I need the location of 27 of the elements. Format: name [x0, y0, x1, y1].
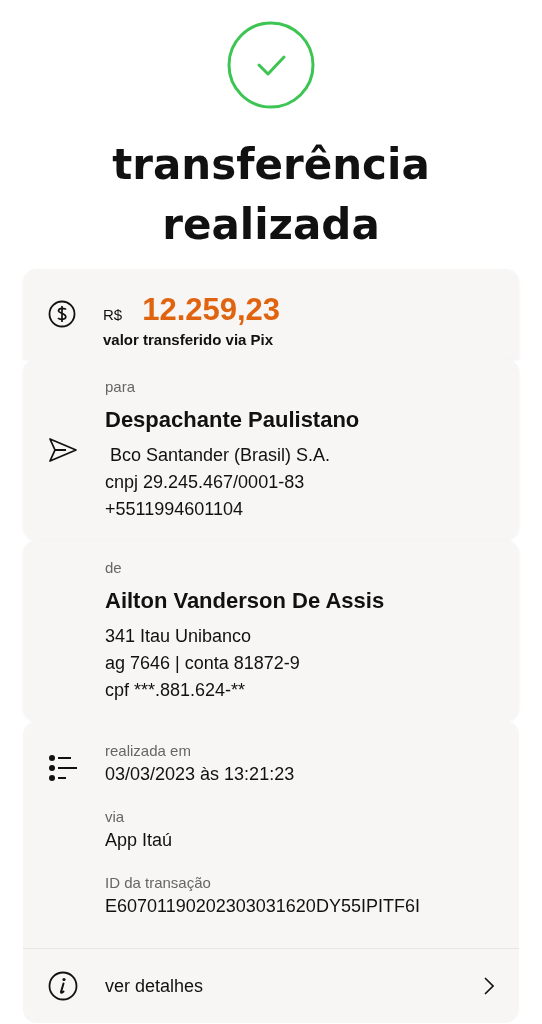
account-detail: cnpj 29.245.467/0001-83 [105, 471, 306, 494]
field-value: App Itaú [105, 829, 174, 852]
chevron-right-icon [484, 977, 494, 995]
currency-label: R$ [103, 304, 123, 325]
list-icon [48, 754, 78, 782]
account-name: Despachante Paulistano [105, 406, 360, 434]
page-title: transferência realizada [111, 139, 431, 251]
account-name: Ailton Vanderson De Assis [105, 587, 385, 615]
dollar-icon [48, 300, 76, 328]
info-icon [48, 971, 78, 1001]
field-label: via [105, 807, 126, 827]
send-icon [48, 436, 78, 463]
section-label: para [105, 377, 137, 397]
amount-value: 12.259,23 [142, 290, 281, 329]
success-check-icon [227, 21, 315, 109]
section-label: de [105, 558, 123, 578]
amount-caption: valor transferido via Pix [103, 329, 275, 350]
account-detail: Bco Santander (Brasil) S.A. [109, 444, 332, 467]
account-detail: ag 7646 | conta 81872-9 [105, 652, 301, 675]
account-detail: cpf ***.881.624-** [105, 679, 247, 702]
field-value: 03/03/2023 às 13:21:23 [105, 763, 296, 786]
field-value: E60701190202303031620DY55IPITF6I [105, 895, 420, 918]
field-label: realizada em [105, 741, 192, 761]
field-label: ID da transação [105, 873, 212, 893]
account-detail: +5511994601104 [105, 498, 244, 521]
details-link[interactable]: ver detalhes [23, 949, 519, 1023]
account-detail: 341 Itau Unibanco [105, 625, 253, 648]
